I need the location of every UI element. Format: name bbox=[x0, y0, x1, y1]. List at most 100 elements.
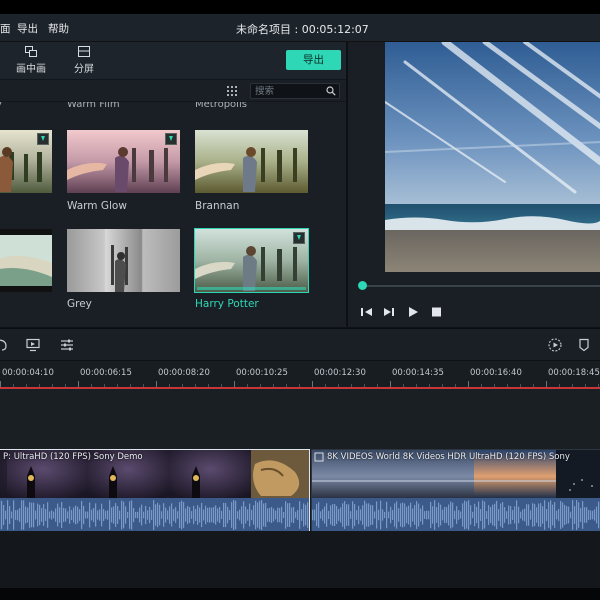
download-icon[interactable] bbox=[165, 133, 177, 145]
waveform-bar bbox=[69, 506, 71, 524]
waveform-bar bbox=[346, 504, 348, 526]
stop-icon[interactable] bbox=[430, 306, 444, 318]
screen-record-icon[interactable] bbox=[26, 338, 40, 352]
waveform-bar bbox=[285, 501, 287, 529]
screen-bottom-edge bbox=[0, 588, 600, 600]
waveform-bar bbox=[472, 511, 474, 519]
next-frame-icon[interactable] bbox=[382, 306, 396, 318]
menu-item-help[interactable]: 帮助 bbox=[48, 21, 69, 36]
waveform-bar bbox=[81, 501, 83, 529]
split-screen-tool[interactable]: 分屏 bbox=[59, 46, 109, 75]
waveform-bar bbox=[406, 506, 408, 524]
waveform-bar bbox=[360, 509, 362, 521]
search-box[interactable] bbox=[250, 83, 340, 99]
timeline-ruler[interactable]: 00:00:04:10 00:00:06:15 00:00:08:20 00:0… bbox=[0, 361, 600, 389]
waveform-bar bbox=[153, 500, 155, 530]
timeline-clip-8k-videos[interactable]: 8K VIDEOS World 8K Videos HDR UltraHD (1… bbox=[311, 449, 600, 532]
waveform-bar bbox=[366, 503, 368, 527]
video-preview bbox=[385, 42, 600, 272]
timeline-clip-sony-demo[interactable]: P: UltraHD (120 FPS) Sony Demo bbox=[0, 449, 310, 532]
waveform-bar bbox=[424, 511, 426, 519]
waveform-bar bbox=[508, 505, 510, 525]
empty-track-area[interactable] bbox=[0, 531, 600, 589]
waveform-bar bbox=[223, 502, 225, 528]
adjust-icon[interactable] bbox=[60, 338, 74, 352]
filter-bar bbox=[0, 80, 346, 102]
waveform-bar bbox=[267, 508, 269, 522]
waveform-bar bbox=[464, 500, 466, 530]
marker-icon[interactable] bbox=[577, 338, 591, 352]
filter-thumb-1[interactable] bbox=[0, 130, 52, 193]
waveform-bar bbox=[107, 510, 109, 520]
ruler-tick-label: 00:00:08:20 bbox=[158, 368, 210, 378]
waveform-bar bbox=[203, 509, 205, 521]
waveform-bar bbox=[301, 509, 303, 521]
waveform-bar bbox=[127, 511, 129, 519]
waveform-bar bbox=[520, 511, 522, 519]
grid-view-icon[interactable] bbox=[226, 85, 238, 97]
pip-tool[interactable]: 画中画 bbox=[6, 46, 56, 75]
waveform-bar bbox=[95, 503, 97, 527]
waveform-bar bbox=[133, 507, 135, 523]
waveform-bar bbox=[125, 506, 127, 524]
color-icon[interactable] bbox=[0, 338, 9, 352]
waveform-bar bbox=[35, 510, 37, 520]
waveform-bar bbox=[59, 507, 61, 523]
waveform-bar bbox=[75, 505, 77, 525]
waveform-bar bbox=[594, 509, 596, 521]
render-preview-icon[interactable] bbox=[548, 338, 562, 352]
playback-progress-handle[interactable] bbox=[358, 281, 367, 290]
waveform-bar bbox=[131, 500, 133, 530]
search-input[interactable] bbox=[255, 85, 325, 98]
waveform-bar bbox=[512, 509, 514, 521]
waveform-bar bbox=[5, 510, 7, 520]
filter-thumb-grey[interactable] bbox=[67, 229, 180, 292]
filter-label-brannan: Brannan bbox=[195, 200, 240, 212]
waveform-image bbox=[312, 500, 600, 530]
filter-thumb-warm-glow[interactable] bbox=[67, 130, 180, 193]
filter-thumb-4[interactable] bbox=[0, 229, 52, 292]
waveform-bar bbox=[177, 511, 179, 519]
playback-progress-track[interactable] bbox=[362, 285, 600, 287]
waveform-bar bbox=[23, 500, 25, 530]
waveform-bar bbox=[201, 502, 203, 528]
waveform-bar bbox=[494, 503, 496, 527]
waveform-bar bbox=[340, 507, 342, 523]
filter-thumb-brannan[interactable] bbox=[195, 130, 308, 193]
screen-top-edge bbox=[0, 0, 600, 14]
menu-item-export[interactable]: 导出 bbox=[17, 21, 38, 36]
waveform-bar bbox=[598, 501, 600, 529]
waveform-bar bbox=[326, 503, 328, 527]
waveform-bar bbox=[402, 502, 404, 528]
waveform-bar bbox=[135, 511, 137, 519]
waveform-bar bbox=[105, 510, 107, 520]
filter-thumb-harry-potter[interactable] bbox=[194, 228, 309, 293]
filter-caption-partial: y bbox=[0, 102, 2, 110]
menu-item-edit-partial[interactable]: 面 bbox=[0, 21, 11, 36]
waveform-bar bbox=[498, 509, 500, 521]
waveform-bar bbox=[410, 502, 412, 528]
waveform-bar bbox=[542, 506, 544, 524]
empty-track[interactable] bbox=[0, 389, 600, 449]
ruler-tick-label: 00:00:16:40 bbox=[470, 368, 522, 378]
download-icon[interactable] bbox=[293, 232, 305, 244]
export-button[interactable]: 导出 bbox=[286, 50, 341, 70]
waveform-bar bbox=[247, 509, 249, 521]
waveform-bar bbox=[181, 500, 183, 530]
waveform-bar bbox=[586, 507, 588, 523]
waveform-bar bbox=[560, 501, 562, 529]
waveform-bar bbox=[528, 504, 530, 526]
waveform-bar bbox=[229, 509, 231, 521]
waveform-bar bbox=[578, 502, 580, 528]
play-icon[interactable] bbox=[406, 306, 420, 318]
waveform-bar bbox=[522, 509, 524, 521]
waveform-bar bbox=[1, 500, 3, 530]
previous-frame-icon[interactable] bbox=[360, 306, 374, 318]
download-icon[interactable] bbox=[37, 133, 49, 145]
waveform-bar bbox=[400, 503, 402, 527]
window-title: 未命名项目 : 00:05:12:07 bbox=[236, 23, 369, 36]
search-icon[interactable] bbox=[326, 86, 336, 96]
waveform-bar bbox=[502, 501, 504, 529]
waveform-bar bbox=[99, 509, 101, 521]
clip-title: 8K VIDEOS World 8K Videos HDR UltraHD (1… bbox=[327, 452, 570, 462]
